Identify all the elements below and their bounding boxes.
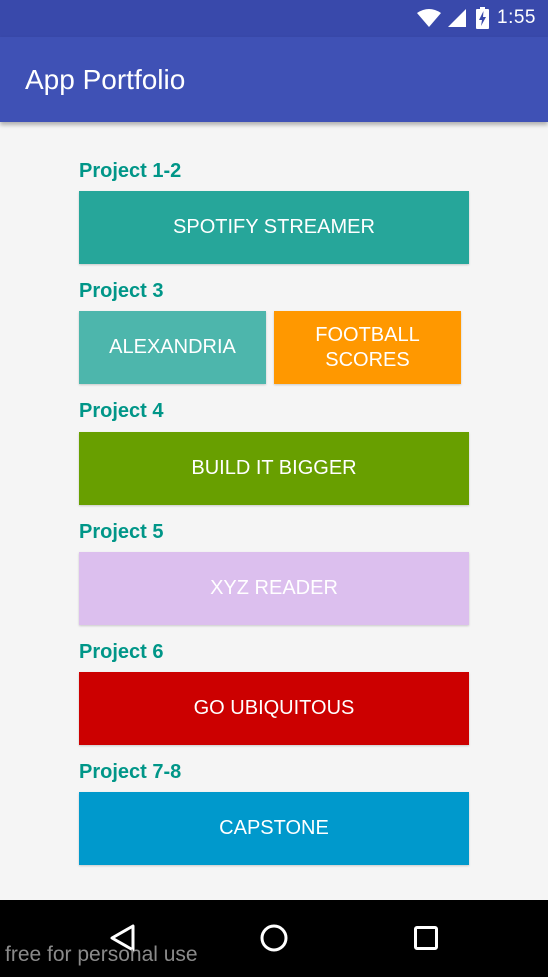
alexandria-button[interactable]: ALEXANDRIA <box>79 311 266 384</box>
section-label-project-6: Project 6 <box>79 641 164 663</box>
build-it-bigger-button-label: BUILD IT BIGGER <box>191 457 357 479</box>
spotify-streamer-button[interactable]: SPOTIFY STREAMER <box>79 191 469 264</box>
cellular-signal-icon <box>447 8 467 28</box>
section-label-project-1-2: Project 1-2 <box>79 160 182 182</box>
xyz-reader-button[interactable]: XYZ READER <box>79 552 469 625</box>
capstone-button-label: CAPSTONE <box>219 817 329 839</box>
status-bar: 1:55 <box>0 0 548 37</box>
section-label-project-3: Project 3 <box>79 280 164 302</box>
app-bar: App Portfolio <box>0 37 548 122</box>
app-title: App Portfolio <box>25 64 186 95</box>
capstone-button[interactable]: CAPSTONE <box>79 792 469 865</box>
go-ubiquitous-button[interactable]: GO UBIQUITOUS <box>79 672 469 745</box>
battery-charging-icon <box>476 7 490 29</box>
football-scores-button[interactable]: FOOTBALL SCORES <box>274 311 461 384</box>
football-scores-button-label: FOOTBALL SCORES <box>315 323 420 371</box>
build-it-bigger-button[interactable]: BUILD IT BIGGER <box>79 432 469 505</box>
section-label-project-4: Project 4 <box>79 400 164 422</box>
section-label-project-7-8: Project 7-8 <box>79 761 182 783</box>
xyz-reader-button-label: XYZ READER <box>210 577 338 599</box>
status-time: 1:55 <box>497 7 536 28</box>
project-list: Project 1-2 SPOTIFY STREAMER Project 3 A… <box>0 122 548 900</box>
wifi-icon <box>416 8 442 28</box>
status-icons: 1:55 <box>416 7 536 29</box>
recents-icon[interactable] <box>406 918 446 958</box>
section-label-project-5: Project 5 <box>79 521 164 543</box>
spotify-streamer-button-label: SPOTIFY STREAMER <box>173 216 375 238</box>
alexandria-button-label: ALEXANDRIA <box>109 336 236 358</box>
watermark-text: free for personal use <box>5 943 198 966</box>
home-icon[interactable] <box>254 918 294 958</box>
go-ubiquitous-button-label: GO UBIQUITOUS <box>193 697 355 719</box>
